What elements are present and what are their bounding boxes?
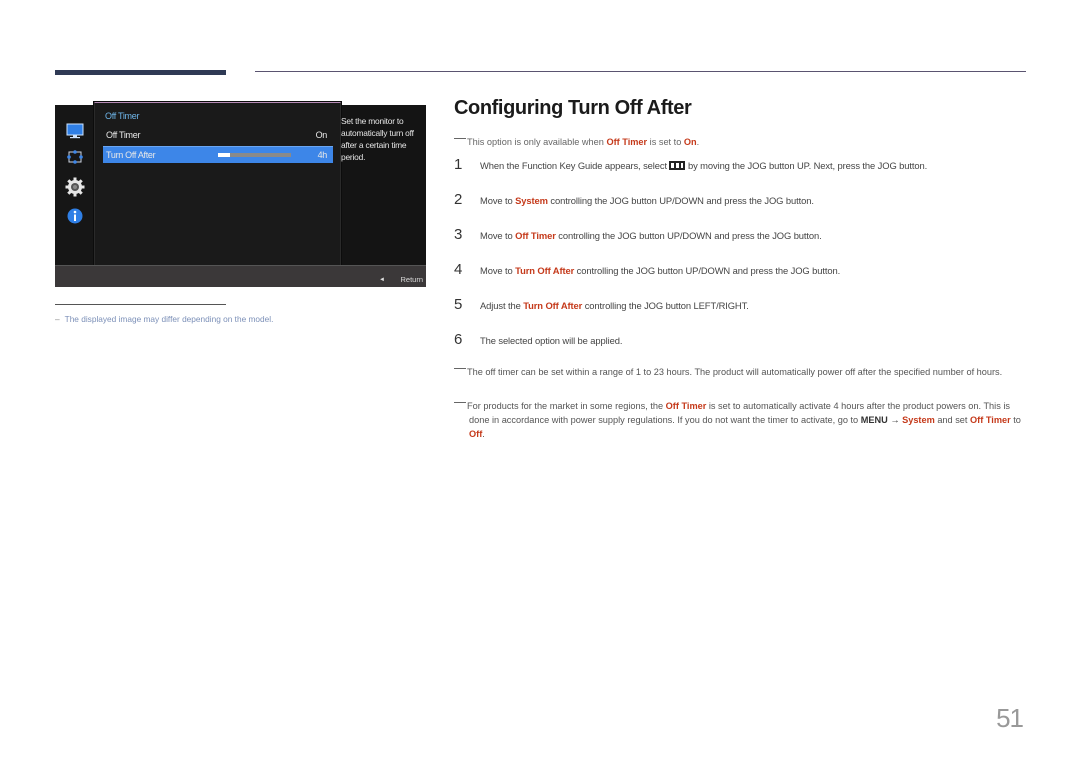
note-dash	[454, 402, 466, 403]
step-highlight: Turn Off After	[523, 300, 583, 311]
note-text: .	[482, 429, 485, 439]
step-number: 4	[454, 261, 463, 278]
step-highlight: Turn Off After	[515, 265, 575, 276]
note-text: to	[1010, 415, 1021, 425]
step-highlight: System	[515, 195, 548, 206]
step-text: When the Function Key Guide appears, sel…	[480, 160, 927, 171]
note-dash	[454, 368, 466, 369]
back-arrow-icon: ◄	[379, 277, 385, 283]
osd-sidebar	[55, 105, 95, 265]
step-text-pre: When the Function Key Guide appears, sel…	[480, 160, 670, 171]
step-number: 6	[454, 331, 463, 348]
note-text: .	[696, 137, 700, 147]
highlight-off-timer: Off Timer	[665, 401, 707, 411]
function-key-icon	[669, 161, 686, 170]
highlight-system: System	[902, 415, 935, 425]
step-text: Move to Turn Off After controlling the J…	[480, 265, 840, 276]
step-number: 2	[454, 191, 463, 208]
highlight-off-timer: Off Timer	[606, 137, 648, 147]
osd-row-value: On	[315, 130, 328, 140]
header-bar-accent	[55, 70, 226, 75]
availability-note: This option is only available when Off T…	[454, 135, 699, 149]
step-text: The selected option will be applied.	[480, 335, 622, 346]
step-text-pre: Move to	[480, 195, 516, 206]
highlight-on: On	[683, 137, 697, 147]
osd-menu-panel: Off Timer Off Timer On Turn Off After 4h	[94, 102, 341, 268]
step-text-pre: The selected option will be applied.	[480, 335, 623, 346]
step-text-pre: Move to	[480, 265, 516, 276]
gear-icon	[65, 177, 85, 197]
highlight-off: Off	[469, 429, 483, 439]
range-note: The off timer can be set within a range …	[454, 365, 1026, 379]
region-note: For products for the market in some regi…	[454, 399, 1026, 441]
osd-row-label: Turn Off After	[106, 150, 156, 160]
step-number: 1	[454, 156, 463, 173]
step-text-post: controlling the JOG button LEFT/RIGHT.	[582, 300, 749, 311]
step-text-post: controlling the JOG button UP/DOWN and p…	[574, 265, 841, 276]
step-number: 5	[454, 296, 463, 313]
monitor-icon	[66, 123, 84, 139]
image-footnote: – The displayed image may differ dependin…	[55, 314, 273, 324]
page-number: 51	[996, 703, 1024, 733]
step-text: Move to Off Timer controlling the JOG bu…	[480, 230, 822, 241]
section-title: Configuring Turn Off After	[454, 97, 692, 119]
step-text-pre: Move to	[480, 230, 516, 241]
osd-row-value: 4h	[317, 150, 328, 160]
step-number: 3	[454, 226, 463, 243]
return-label[interactable]: Return	[400, 275, 423, 284]
osd-row-off-timer[interactable]: Off Timer On	[103, 127, 333, 143]
note-text: and set	[934, 415, 971, 425]
note-dash	[454, 138, 466, 139]
step-highlight: Off Timer	[515, 230, 556, 241]
footnote-text: The displayed image may differ depending…	[64, 314, 274, 324]
step-text-post: by moving the JOG button UP. Next, press…	[685, 160, 928, 171]
header-rule	[255, 71, 1026, 72]
step-text: Move to System controlling the JOG butto…	[480, 195, 814, 206]
osd-row-label: Off Timer	[106, 130, 141, 140]
turn-off-after-slider[interactable]	[218, 153, 291, 157]
menu-path: MENU →	[860, 415, 900, 425]
footnote-rule	[55, 304, 226, 305]
step-text-post: controlling the JOG button UP/DOWN and p…	[547, 195, 814, 206]
step-text-pre: Adjust the	[480, 300, 524, 311]
highlight-off-timer: Off Timer	[970, 415, 1011, 425]
slider-fill	[218, 153, 231, 157]
osd-panel-title: Off Timer	[105, 111, 140, 121]
note-text: is set to	[647, 137, 684, 147]
note-text: For products for the market in some regi…	[467, 401, 666, 411]
note-text: This option is only available when	[467, 137, 607, 147]
step-text: Adjust the Turn Off After controlling th…	[480, 300, 749, 311]
range-note-text: The off timer can be set within a range …	[467, 367, 1003, 377]
footnote-dash: –	[55, 314, 60, 324]
osd-description: Set the monitor to automatically turn of…	[341, 116, 414, 162]
osd-row-turn-off-after[interactable]: Turn Off After 4h	[103, 146, 333, 163]
osd-footer: ◄ Return	[55, 265, 426, 287]
osd-screenshot: Off Timer Off Timer On Turn Off After 4h…	[55, 102, 426, 287]
info-icon	[67, 208, 83, 224]
size-position-icon	[67, 150, 83, 164]
step-text-post: controlling the JOG button UP/DOWN and p…	[555, 230, 822, 241]
